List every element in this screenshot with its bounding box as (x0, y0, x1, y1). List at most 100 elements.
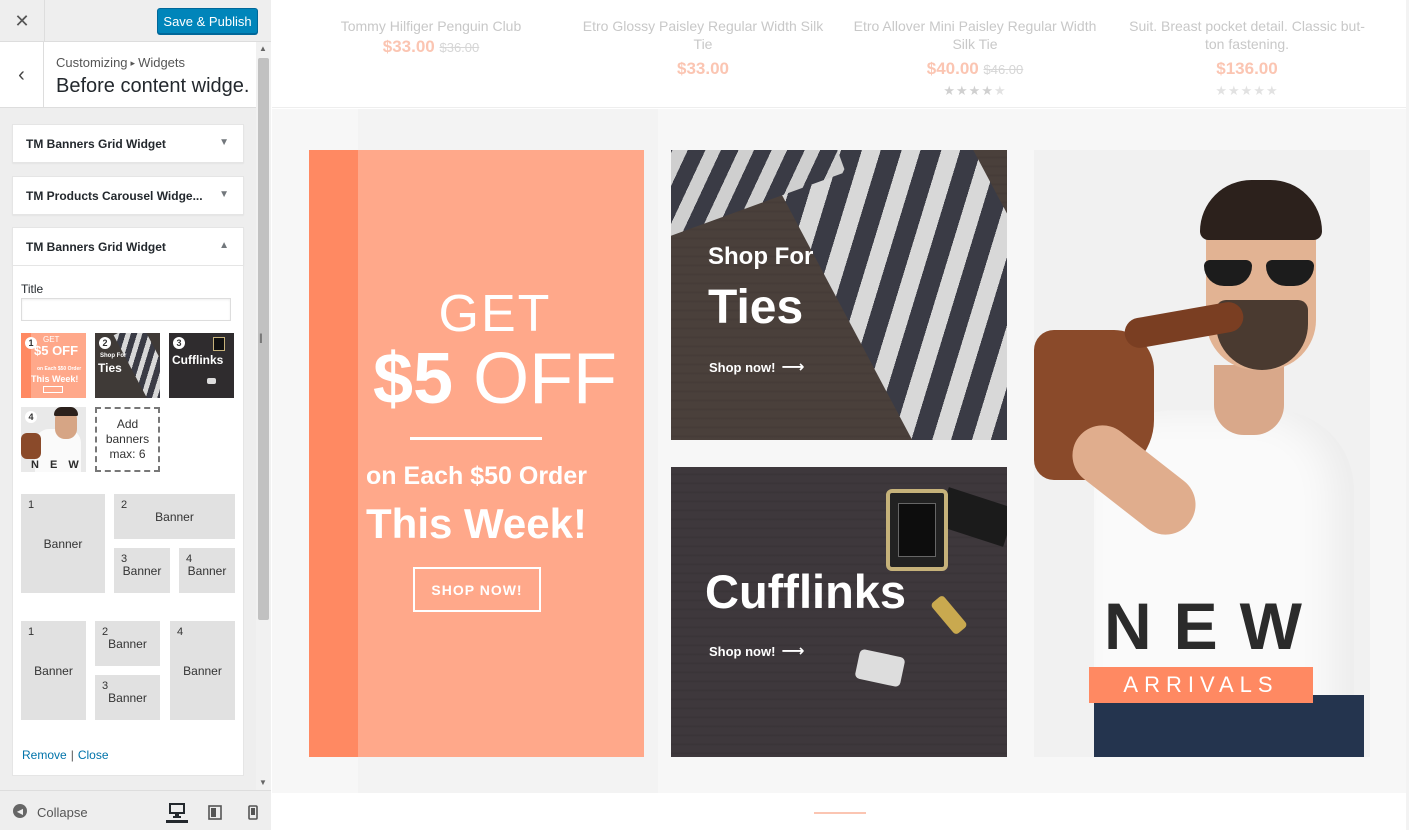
product-card-2[interactable]: Etro Glossy Paisley Regular Width Silk T… (578, 17, 828, 79)
tablet-preview-button[interactable] (204, 801, 226, 823)
tablet-icon (208, 804, 222, 820)
layout2-slot-1[interactable]: 1 Banner (21, 621, 86, 720)
scroll-up-icon[interactable]: ▲ (259, 44, 267, 53)
close-icon: ✕ (14, 10, 30, 31)
resize-grip-icon[interactable]: ||| (259, 333, 263, 344)
add-banners-text: banners (105, 432, 150, 446)
thumb-text: on Each $50 Order (37, 366, 82, 372)
product-name: Etro Allover Mini Paisley Regular Width … (853, 18, 1097, 52)
close-link[interactable]: Close (78, 748, 109, 762)
offer-divider (410, 437, 542, 440)
product-price: $136.00 (1216, 59, 1278, 78)
arrivals-label: ARRIVALS (1089, 667, 1313, 703)
collapse-icon[interactable]: ◀ (13, 804, 27, 818)
thumb-text: Cufflinks (172, 353, 224, 367)
ties-shop-link[interactable]: Shop now! ⟶ (709, 357, 804, 377)
slot-number: 4 (177, 626, 184, 638)
customizer-sidebar: ✕ Save & Publish ‹ Customizing ▸ Widgets B… (0, 0, 271, 830)
product-name: Etro Glossy Paisley Regular Width Silk T… (582, 18, 824, 52)
widget-title: TM Products Carousel Widge... (26, 189, 203, 203)
breadcrumb-separator: ▸ (130, 58, 136, 68)
widget-products-carousel[interactable]: TM Products Carousel Widge... ▼ (12, 176, 244, 215)
widget-banners-grid-1[interactable]: TM Banners Grid Widget ▼ (12, 124, 244, 163)
thumb-text: N E W (31, 459, 83, 471)
site-preview: Tommy Hilfiger Penguin Club $33.00 $36.0… (272, 0, 1409, 830)
cufflinks-shop-link[interactable]: Shop now! ⟶ (709, 641, 804, 661)
remove-link[interactable]: Remove (22, 748, 67, 762)
banner-cufflinks[interactable]: Cufflinks Shop now! ⟶ (671, 467, 1007, 757)
customizer-footer: ◀ Collapse (0, 790, 271, 830)
scroll-down-icon[interactable]: ▼ (259, 778, 267, 787)
banner-offer[interactable]: GET $5 OFF on Each $50 Order This Week! … (309, 150, 644, 757)
layout1-slot-2[interactable]: 2 Banner (114, 494, 235, 539)
shop-now-text: Shop now! (709, 360, 776, 375)
model-jeans (1094, 695, 1364, 757)
slot-label: Banner (108, 691, 147, 705)
cufflinks-title: Cufflinks (705, 565, 907, 618)
shop-now-button[interactable]: SHOP NOW! (413, 567, 541, 612)
product-card-1[interactable]: Tommy Hilfiger Penguin Club $33.00 $36.0… (306, 17, 556, 57)
banner-ties[interactable]: Shop For Ties Shop now! ⟶ (671, 150, 1007, 440)
product-price: $40.00 (926, 59, 979, 78)
sunglasses-image (1204, 260, 1318, 286)
widget-title: TM Banners Grid Widget (26, 137, 166, 151)
banner-thumbnail-4[interactable]: N E W 4 (21, 407, 86, 472)
slot-label: Banner (122, 564, 162, 578)
product-rating: ★★★★★ (1215, 83, 1279, 98)
widget-banners-grid-2[interactable]: TM Banners Grid Widget ▲ (12, 227, 244, 266)
caret-down-icon[interactable]: ▼ (219, 189, 229, 200)
title-label: Title (21, 282, 44, 296)
thumb-number: 4 (25, 411, 37, 423)
breadcrumb: Customizing ▸ Widgets (56, 55, 185, 70)
thumb-number: 3 (173, 337, 185, 349)
section-header: ‹ Customizing ▸ Widgets Before content wid… (0, 42, 256, 108)
back-button[interactable]: ‹ (0, 42, 44, 108)
thumb-number: 1 (25, 337, 37, 349)
desktop-preview-button[interactable] (166, 801, 188, 823)
layout2-slot-4[interactable]: 4 Banner (170, 621, 235, 720)
thumb-text: $5 OFF (34, 343, 79, 358)
breadcrumb-current: Widgets (138, 55, 186, 70)
title-input[interactable] (21, 298, 231, 321)
thumb-text: Ties (98, 361, 122, 375)
banner-thumbnail-3[interactable]: Cufflinks 3 (169, 333, 234, 398)
mobile-preview-button[interactable] (242, 801, 264, 823)
slot-label: Banner (187, 564, 227, 578)
layout1-slot-4[interactable]: 4 Banner (179, 548, 235, 593)
product-card-4[interactable]: Suit. Breast pocket detail. Classic but-… (1122, 17, 1372, 99)
collapse-button[interactable]: Collapse (37, 805, 88, 820)
ties-subtitle: Shop For (708, 243, 814, 270)
slot-label: Banner (108, 637, 147, 651)
add-banners-text: max: 6 (109, 447, 146, 461)
banner-new-arrivals[interactable]: NEW ARRIVALS (1034, 150, 1370, 757)
offer-get-text: GET (438, 285, 552, 343)
add-banners-button[interactable]: Add banners max: 6 (95, 407, 160, 472)
mobile-icon (248, 804, 258, 820)
product-rating: ★★★★★ (943, 83, 1007, 98)
offer-condition: on Each $50 Order (366, 462, 587, 490)
layout1-slot-1[interactable]: 1 Banner (21, 494, 105, 593)
products-row: Tommy Hilfiger Penguin Club $33.00 $36.0… (272, 0, 1409, 108)
close-customizer-button[interactable]: ✕ (0, 0, 45, 42)
offer-strip (309, 150, 358, 757)
model-hair (1200, 180, 1322, 240)
add-banners-text: Add (116, 417, 139, 431)
layout1-slot-3[interactable]: 3 Banner (114, 548, 170, 593)
caret-up-icon[interactable]: ▲ (219, 240, 229, 251)
banner-thumbnail-1[interactable]: GET $5 OFF on Each $50 Order This Week! … (21, 333, 86, 398)
layout2-slot-2[interactable]: 2 Banner (95, 621, 160, 666)
layout2-slot-3[interactable]: 3 Banner (95, 675, 160, 720)
caret-down-icon[interactable]: ▼ (219, 137, 229, 148)
slot-label: Banner (155, 510, 194, 524)
ties-title: Ties (708, 281, 804, 334)
offer-off-text: OFF (473, 339, 618, 419)
thumb-text: This Week! (31, 374, 79, 384)
product-name: Tommy Hilfiger Penguin Club (340, 18, 522, 34)
watch-image (886, 489, 948, 571)
banner-thumbnail-2[interactable]: Shop For Ties 2 (95, 333, 160, 398)
product-old-price: $46.00 (983, 62, 1024, 77)
product-card-3[interactable]: Etro Allover Mini Paisley Regular Width … (850, 17, 1100, 99)
model-neck (1214, 365, 1284, 435)
save-publish-button[interactable]: Save & Publish (157, 8, 258, 34)
product-price: $33.00 (382, 37, 435, 56)
